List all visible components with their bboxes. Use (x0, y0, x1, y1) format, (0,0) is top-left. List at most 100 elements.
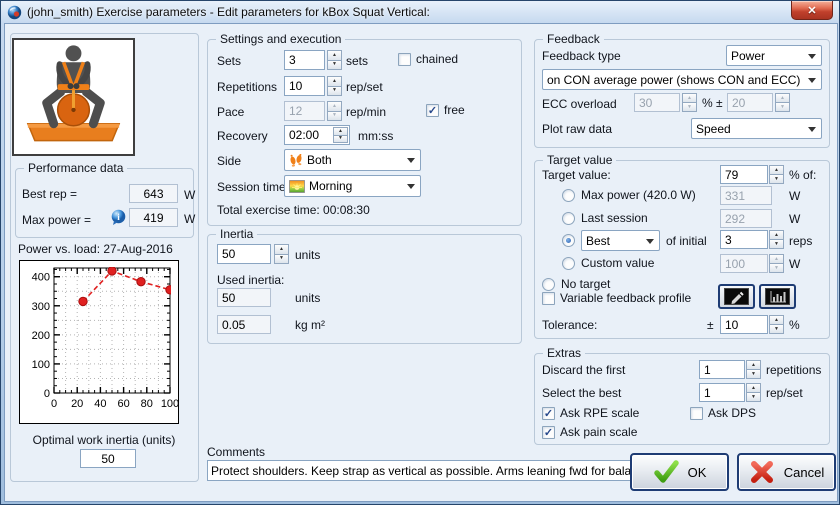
feedback-mode-value: on CON average power (shows CON and ECC) (547, 73, 800, 87)
spin-down-button[interactable]: ▼ (327, 86, 342, 97)
feedback-mode-dropdown[interactable]: on CON average power (shows CON and ECC) (542, 69, 822, 90)
chevron-down-icon (808, 127, 816, 132)
sets-field[interactable]: 3 (284, 50, 325, 70)
spin-down-button[interactable]: ▼ (746, 369, 761, 379)
side-value: Both (307, 153, 332, 167)
inertia-field[interactable]: 50 (217, 244, 271, 264)
tolerance-field[interactable]: 10 (720, 315, 768, 334)
radio-circle (562, 234, 575, 247)
repetitions-spinner: ▲ ▼ (327, 76, 342, 96)
cancel-label: Cancel (784, 465, 824, 480)
initial-reps-field[interactable]: 3 (720, 230, 768, 249)
checkbox-box (542, 292, 555, 305)
spin-down-button[interactable]: ▼ (333, 135, 348, 144)
target-value-label: Target value: (542, 168, 611, 182)
svg-text:100: 100 (32, 359, 50, 371)
spin-down-button[interactable]: ▼ (769, 239, 784, 249)
ok-button[interactable]: OK (630, 453, 729, 491)
power-load-chart-svg: 0204060801000100200300400 (20, 261, 178, 423)
sets-spinner: ▲ ▼ (327, 50, 342, 70)
variable-feedback-checkbox[interactable]: Variable feedback profile (542, 291, 691, 305)
recovery-unit: mm:ss (358, 129, 393, 143)
select-best-unit: rep/set (766, 386, 803, 400)
free-label: free (444, 103, 465, 117)
free-pace-checkbox[interactable]: ✓ free (426, 103, 465, 117)
feedback-type-value: Power (731, 49, 765, 63)
session-time-dropdown[interactable]: Morning (284, 175, 421, 197)
inertia-kgm2-field: 0.05 (217, 315, 271, 334)
spin-down-button[interactable]: ▼ (327, 60, 342, 71)
repetitions-field[interactable]: 10 (284, 76, 325, 96)
select-best-field[interactable]: 1 (699, 383, 745, 402)
feedback-caption: Feedback (543, 32, 604, 46)
recovery-label: Recovery (217, 129, 268, 143)
feedback-type-dropdown[interactable]: Power (726, 45, 822, 66)
best-dropdown[interactable]: Best (581, 230, 660, 251)
ecc-percent-pm: % ± (702, 96, 723, 110)
best-rep-field: 643 (129, 184, 178, 203)
svg-text:300: 300 (32, 301, 50, 313)
ask-rpe-label: Ask RPE scale (560, 406, 639, 420)
ok-check-icon (653, 459, 679, 485)
ask-pain-label: Ask pain scale (560, 425, 637, 439)
svg-text:0: 0 (44, 388, 50, 400)
inertia-unit: units (295, 248, 320, 262)
inertia-spinner: ▲ ▼ (274, 244, 289, 264)
ecc-range-field: 20 (727, 93, 773, 112)
feedback-type-label: Feedback type (542, 49, 621, 63)
power-load-chart: 0204060801000100200300400 (19, 260, 179, 424)
best-rep-unit: W (184, 188, 195, 202)
cancel-button[interactable]: Cancel (737, 453, 836, 491)
comments-label: Comments (207, 445, 265, 459)
svg-text:200: 200 (32, 330, 50, 342)
feet-icon (289, 154, 303, 167)
ask-pain-checkbox[interactable]: ✓ Ask pain scale (542, 425, 637, 439)
target-value-field[interactable]: 79 (720, 165, 768, 184)
custom-value-radio[interactable]: Custom value (562, 256, 654, 270)
profile-chart-button[interactable] (759, 284, 796, 309)
spin-down-button[interactable]: ▼ (274, 254, 289, 265)
edit-profile-button[interactable] (718, 284, 755, 309)
side-dropdown[interactable]: Both (284, 149, 421, 171)
chained-checkbox[interactable]: chained (398, 52, 458, 66)
ecc-overload-label: ECC overload (542, 97, 617, 111)
info-balloon-icon[interactable]: i (110, 209, 127, 226)
tolerance-label: Tolerance: (542, 318, 597, 332)
custom-value-radio-label: Custom value (581, 256, 654, 270)
spin-down-button[interactable]: ▼ (769, 324, 784, 334)
no-target-radio[interactable]: No target (542, 277, 610, 291)
discard-first-field[interactable]: 1 (699, 360, 745, 379)
checkbox-box (690, 407, 703, 420)
inertia-kgm2-unit: kg m² (295, 318, 325, 332)
ask-dps-checkbox[interactable]: Ask DPS (690, 406, 756, 420)
last-session-radio[interactable]: Last session (562, 211, 648, 225)
ask-rpe-checkbox[interactable]: ✓ Ask RPE scale (542, 406, 639, 420)
recovery-updown: ▲ ▼ (333, 127, 348, 143)
session-time-label: Session time (217, 180, 286, 194)
discard-first-label: Discard the first (542, 363, 625, 377)
plot-raw-data-dropdown[interactable]: Speed (691, 118, 822, 139)
comments-input[interactable] (207, 460, 641, 481)
chevron-down-icon (407, 184, 415, 189)
chevron-down-icon (808, 54, 816, 59)
checkbox-box: ✓ (542, 407, 555, 420)
select-best-spinner: ▲ ▼ (746, 383, 761, 402)
spin-down-button[interactable]: ▼ (746, 392, 761, 402)
tolerance-spinner: ▲ ▼ (769, 315, 784, 334)
checkbox-box: ✓ (426, 104, 439, 117)
best-of-initial-radio[interactable] (562, 234, 575, 247)
total-exercise-time: Total exercise time: 00:08:30 (217, 203, 370, 217)
spin-down-button[interactable]: ▼ (769, 174, 784, 184)
performance-data-caption: Performance data (24, 161, 127, 175)
recovery-field[interactable]: 02:00 ▲ ▼ (284, 125, 350, 145)
close-button[interactable]: ✕ (791, 1, 833, 20)
last-session-radio-label: Last session (581, 211, 648, 225)
of-initial-label: of initial (666, 234, 707, 248)
svg-text:60: 60 (117, 398, 129, 410)
app-icon (7, 5, 22, 20)
svg-text:400: 400 (32, 272, 50, 284)
tolerance-pm: ± (707, 318, 714, 332)
pace-label: Pace (217, 105, 244, 119)
last-session-unit: W (789, 212, 800, 226)
max-power-radio[interactable]: Max power (420.0 W) (562, 188, 696, 202)
